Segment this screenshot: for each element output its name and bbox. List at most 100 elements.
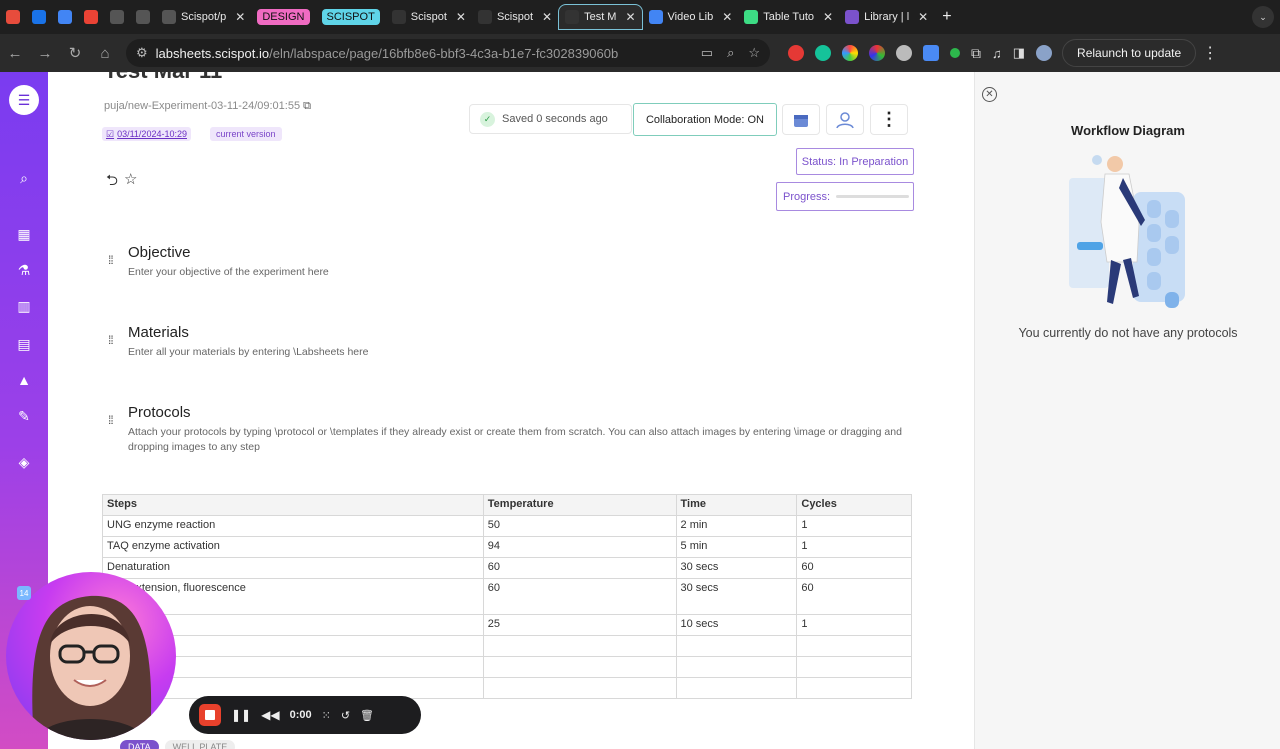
browser-tab[interactable]: SCISPOT xyxy=(316,4,386,30)
image-icon[interactable]: ▲ xyxy=(14,370,34,390)
convert-icon[interactable]: ⮌ xyxy=(106,170,118,195)
section-title[interactable]: Protocols xyxy=(128,404,191,421)
page-title[interactable]: Test Mar 11 xyxy=(104,72,222,84)
close-tab-icon[interactable]: ✕ xyxy=(456,10,466,24)
site-info-icon[interactable]: ⚙ xyxy=(136,45,148,61)
search-icon[interactable]: ⌕ xyxy=(14,168,34,188)
tab-group-label[interactable]: SCISPOT xyxy=(321,9,380,25)
more-options-button[interactable]: ⋮ xyxy=(870,104,908,135)
layers-icon[interactable]: ◈ xyxy=(14,452,34,472)
table-cell[interactable] xyxy=(675,635,798,657)
browser-tab[interactable] xyxy=(0,4,26,30)
globe-extension-icon[interactable] xyxy=(896,45,912,61)
rewind-icon[interactable]: ◀◀ xyxy=(261,708,279,722)
table-cell[interactable]: 30 secs xyxy=(675,557,798,579)
copy-icon[interactable]: ⧉ xyxy=(303,100,311,112)
edit-icon[interactable]: ✎ xyxy=(14,406,34,426)
profile-avatar[interactable] xyxy=(1036,45,1053,61)
close-tab-icon[interactable]: ✕ xyxy=(235,10,245,24)
table-cell[interactable]: 60 xyxy=(796,557,912,579)
dashboard-icon[interactable]: ▦ xyxy=(14,224,34,244)
close-tab-icon[interactable]: ✕ xyxy=(823,10,833,24)
trash-icon[interactable]: 🗑 xyxy=(360,709,374,722)
pause-icon[interactable]: ❚❚ xyxy=(231,708,251,722)
table-cell[interactable]: 30 secs xyxy=(675,578,798,615)
section-description[interactable]: Enter your objective of the experiment h… xyxy=(128,265,908,280)
table-cell[interactable]: Denaturation xyxy=(102,557,484,579)
close-tab-icon[interactable]: ✕ xyxy=(918,10,928,24)
table-cell[interactable]: TAQ enzyme activation xyxy=(102,536,484,558)
youtube-extension-icon[interactable] xyxy=(788,45,804,61)
badge-icon[interactable]: 14 xyxy=(17,586,31,600)
browser-tab[interactable]: Scispot ✕ xyxy=(472,4,558,30)
table-cell[interactable]: 1 xyxy=(796,614,912,636)
drag-handle-icon[interactable]: ⁞⁞ xyxy=(108,254,116,266)
color-extension-icon[interactable] xyxy=(842,45,858,61)
tab-group-label[interactable]: DESIGN xyxy=(257,9,310,25)
new-tab-button[interactable]: + xyxy=(934,8,959,26)
section-title[interactable]: Objective xyxy=(128,244,191,261)
browser-tab[interactable]: Table Tuto ✕ xyxy=(738,4,839,30)
browser-menu-icon[interactable]: ⋮ xyxy=(1202,43,1218,63)
table-cell[interactable]: 5 min xyxy=(675,536,798,558)
section-description[interactable]: Enter all your materials by entering \La… xyxy=(128,345,908,360)
table-cell[interactable] xyxy=(796,677,912,699)
close-tab-icon[interactable]: ✕ xyxy=(722,10,732,24)
tab-well-plate[interactable]: WELL PLATE xyxy=(164,740,236,749)
stop-recording-button[interactable] xyxy=(199,704,221,726)
close-tab-icon[interactable]: ✕ xyxy=(542,10,552,24)
table-cell[interactable]: 60 xyxy=(796,578,912,615)
home-icon[interactable]: ⌂ xyxy=(90,38,120,68)
table-cell[interactable]: UNG enzyme reaction xyxy=(102,515,484,537)
table-cell[interactable]: 10 secs xyxy=(675,614,798,636)
calendar-button[interactable] xyxy=(782,104,820,135)
side-panel-icon[interactable]: ◨ xyxy=(1013,45,1025,61)
collaboration-mode-button[interactable]: Collaboration Mode: ON xyxy=(633,103,777,136)
column-header[interactable]: Time xyxy=(675,494,798,516)
browser-tab[interactable]: Scispot ✕ xyxy=(386,4,472,30)
column-header[interactable]: Temperature xyxy=(482,494,677,516)
drag-handle-icon[interactable]: ⁞⁞ xyxy=(108,334,116,346)
browser-tab[interactable]: Video Lib ✕ xyxy=(643,4,739,30)
browser-tab[interactable]: Test M ✕ xyxy=(558,4,643,30)
table-cell[interactable] xyxy=(796,656,912,678)
browser-tab[interactable] xyxy=(52,4,78,30)
restart-icon[interactable]: ↺ xyxy=(341,709,350,722)
star-icon[interactable]: ☆ xyxy=(124,170,137,195)
table-cell[interactable]: 2 min xyxy=(675,515,798,537)
table-cell[interactable] xyxy=(675,656,798,678)
puzzle-extensions-icon[interactable]: ⧉ xyxy=(971,45,981,62)
green-dot-extension-icon[interactable] xyxy=(950,48,960,58)
table-cell[interactable] xyxy=(482,635,677,657)
section-description[interactable]: Attach your protocols by typing \protoco… xyxy=(128,425,908,455)
table-cell[interactable]: 1 xyxy=(796,515,912,537)
browser-tab[interactable] xyxy=(78,4,104,30)
table-cell[interactable] xyxy=(482,656,677,678)
table-cell[interactable]: 50 xyxy=(482,515,677,537)
relaunch-button[interactable]: Relaunch to update xyxy=(1062,39,1197,67)
reload-icon[interactable]: ↻ xyxy=(60,38,90,68)
zoom-icon[interactable]: ⌕ xyxy=(727,45,734,61)
camera-icon[interactable]: ▭ xyxy=(701,45,713,61)
browser-tab[interactable]: DESIGN xyxy=(251,4,315,30)
tab-search-icon[interactable]: ⌄ xyxy=(1252,6,1274,28)
browser-tab[interactable]: Scispot/p ✕ xyxy=(156,4,251,30)
back-icon[interactable]: ← xyxy=(0,38,30,68)
table-cell[interactable]: 94 xyxy=(482,536,677,558)
table-cell[interactable] xyxy=(482,677,677,699)
translate-extension-icon[interactable] xyxy=(923,45,939,61)
browser-tab[interactable] xyxy=(130,4,156,30)
table-cell[interactable] xyxy=(675,677,798,699)
close-icon[interactable]: ✕ xyxy=(982,87,997,102)
browser-tab[interactable] xyxy=(26,4,52,30)
bookmark-star-icon[interactable]: ☆ xyxy=(748,45,760,61)
table-cell[interactable] xyxy=(796,635,912,657)
table-cell[interactable]: 25 xyxy=(482,614,677,636)
table-cell[interactable]: 60 xyxy=(482,578,677,615)
grammarly-extension-icon[interactable] xyxy=(815,45,831,61)
section-title[interactable]: Materials xyxy=(128,324,189,341)
table-cell[interactable]: 60 xyxy=(482,557,677,579)
close-tab-icon[interactable]: ✕ xyxy=(625,10,635,24)
palette-extension-icon[interactable] xyxy=(869,45,885,61)
date-chip[interactable]: ☑ 03/11/2024-10:29 xyxy=(102,127,191,141)
